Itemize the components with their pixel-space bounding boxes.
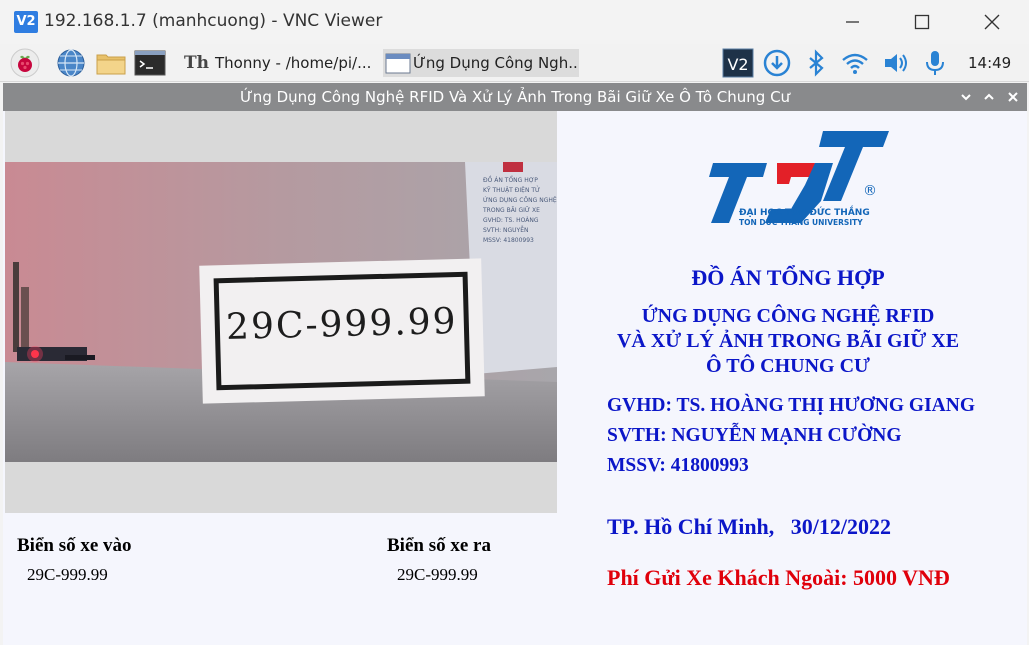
close-icon [1008, 92, 1018, 102]
volume-icon[interactable] [881, 48, 911, 78]
task-thonny-label: Thonny - /home/pi/... [215, 54, 372, 72]
maximize-icon [914, 14, 930, 30]
app-maximize-button[interactable] [981, 89, 997, 105]
terminal-icon[interactable] [134, 48, 166, 78]
project-title-line-2: VÀ XỬ LÝ ẢNH TRONG BÃI GIỮ XE [616, 330, 960, 352]
clock: 14:49 [968, 54, 1012, 72]
chevron-down-icon [961, 94, 971, 101]
wifi-icon[interactable] [840, 48, 870, 78]
app-titlebar: Ứng Dụng Công Nghệ RFID Và Xử Lý Ảnh Tro… [3, 83, 1027, 111]
entry-plate-label: Biển số xe vào [17, 535, 132, 556]
app-window-title: Ứng Dụng Công Nghệ RFID Và Xử Lý Ảnh Tro… [239, 88, 791, 106]
exit-plate-label: Biển số xe ra [387, 535, 491, 556]
close-icon [984, 14, 1000, 30]
minimize-icon [846, 21, 859, 23]
task-thonny[interactable]: Th Thonny - /home/pi/... [184, 49, 380, 77]
window-title: 192.168.1.7 (manhcuong) - VNC Viewer [44, 11, 383, 31]
license-plate-frame: 29C-999.99 [213, 271, 471, 391]
report-heading: ĐỒ ÁN TỔNG HỢP [691, 265, 885, 290]
task-app-label: Ứng Dụng Công Ngh... [413, 54, 579, 72]
thonny-icon: Th [184, 53, 210, 73]
chevron-up-icon [984, 93, 994, 100]
city-date-line: TP. Hồ Chí Minh, 30/12/2022 [607, 514, 892, 539]
taskbar: Th Thonny - /home/pi/... Ứng Dụng Công Ng… [0, 44, 1029, 82]
license-plate-number: 29C-999.99 [225, 300, 459, 349]
vnc-titlebar: V2 192.168.1.7 (manhcuong) - VNC Viewer [0, 0, 1029, 44]
app-minimize-button[interactable] [958, 89, 974, 105]
task-app-window[interactable]: Ứng Dụng Công Ngh... [383, 49, 579, 77]
bluetooth-icon[interactable] [801, 48, 831, 78]
download-icon[interactable] [762, 48, 792, 78]
student-id-line: MSSV: 41800993 [607, 455, 749, 476]
logo-line-1: ĐẠI HỌC TÔN ĐỨC THẮNG [739, 208, 870, 218]
app-close-button[interactable] [1005, 89, 1021, 105]
supervisor-line: GVHD: TS. HOÀNG THỊ HƯƠNG GIANG [607, 395, 976, 416]
minimize-button[interactable] [830, 6, 876, 38]
microphone-icon[interactable] [920, 48, 950, 78]
project-title-line-1: ỨNG DỤNG CÔNG NGHỆ RFID [641, 305, 935, 327]
vnc-icon[interactable]: V2 [722, 48, 754, 78]
exit-plate-value: 29C-999.99 [397, 565, 478, 584]
window-icon [385, 53, 411, 74]
svg-text:V2: V2 [727, 55, 748, 74]
license-plate-sign: 29C-999.99 [199, 258, 485, 404]
camera-feed: ĐỒ ÁN TỔNG HỢP KỸ THUẬT ĐIỆN TỬ ỨNG DỤNG… [5, 162, 557, 462]
file-manager-icon[interactable] [95, 48, 126, 78]
vnc-viewer-icon: V2 [14, 11, 38, 33]
svg-text:®: ® [863, 183, 877, 199]
student-line: SVTH: NGUYỄN MẠNH CƯỜNG [607, 425, 902, 446]
web-browser-icon[interactable] [56, 48, 86, 78]
close-button[interactable] [969, 6, 1015, 38]
university-logo: ® ĐẠI HỌC TÔN ĐỨC THẮNG TON DUC THANG UN… [693, 129, 893, 229]
paper-document-text: ĐỒ ÁN TỔNG HỢP KỸ THUẬT ĐIỆN TỬ ỨNG DỤNG… [483, 177, 557, 244]
maximize-button[interactable] [899, 6, 945, 38]
entry-plate-value: 29C-999.99 [27, 565, 108, 584]
logo-line-2: TON DUC THANG UNIVERSITY [739, 218, 863, 227]
raspberry-icon[interactable] [10, 48, 40, 78]
camera-panel: ĐỒ ÁN TỔNG HỢP KỸ THUẬT ĐIỆN TỬ ỨNG DỤNG… [5, 111, 557, 513]
project-title-line-3: Ô TÔ CHUNG CƯ [706, 355, 870, 377]
parking-fee-line: Phí Gửi Xe Khách Ngoài: 5000 VNĐ [607, 565, 950, 590]
app-body: ĐỒ ÁN TỔNG HỢP KỸ THUẬT ĐIỆN TỬ ỨNG DỤNG… [3, 111, 1027, 645]
